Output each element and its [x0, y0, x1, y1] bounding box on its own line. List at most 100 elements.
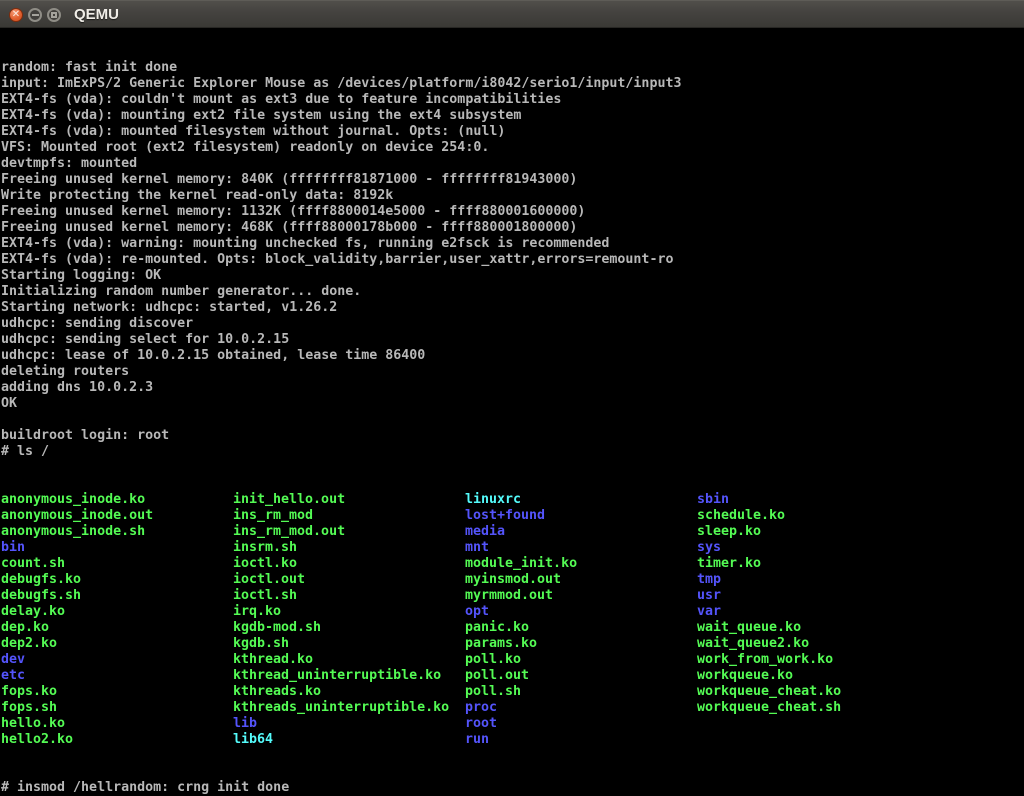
ls-row: dep.kokgdb-mod.shpanic.kowait_queue.ko	[1, 620, 1024, 636]
ls-entry: media	[465, 524, 505, 540]
ls-entry: schedule.ko	[697, 508, 785, 524]
titlebar: ✕ QEMU	[0, 0, 1024, 28]
ls-entry: kthread.ko	[233, 652, 313, 668]
ls-entry: opt	[465, 604, 489, 620]
ls-row: hello2.kolib64run	[1, 732, 1024, 748]
terminal-line: Starting logging: OK	[1, 268, 1024, 284]
ls-entry: dev	[1, 652, 25, 668]
ls-entry: poll.out	[465, 668, 529, 684]
ls-row: debugfs.shioctl.shmyrmmod.outusr	[1, 588, 1024, 604]
terminal-line: adding dns 10.0.2.3	[1, 380, 1024, 396]
ls-entry: count.sh	[1, 556, 65, 572]
ls-entry: debugfs.sh	[1, 588, 81, 604]
ls-row: anonymous_inode.sh ins_rm_mod.out media sle…	[1, 524, 1024, 540]
ls-row: dep2.kokgdb.shparams.kowait_queue2.ko	[1, 636, 1024, 652]
terminal-line: EXT4-fs (vda): couldn't mount as ext3 du…	[1, 92, 1024, 108]
boot-log: random: fast init doneinput: ImExPS/2 Ge…	[1, 60, 1024, 460]
ls-entry: linuxrc	[465, 492, 521, 508]
ls-entry: usr	[697, 588, 721, 604]
ls-row: devkthread.kopoll.kowork_from_work.ko	[1, 652, 1024, 668]
ls-row: fops.ko kthreads.ko poll.sh workqueue_cheat…	[1, 684, 1024, 700]
terminal-line: Freeing unused kernel memory: 468K (ffff…	[1, 220, 1024, 236]
ls-entry: kthread_uninterruptible.ko	[233, 668, 441, 684]
window-title: QEMU	[74, 1, 119, 29]
ls-entry: params.ko	[465, 636, 537, 652]
ls-entry: workqueue_cheat.ko	[697, 684, 841, 700]
ls-entry: insrm.sh	[233, 540, 297, 556]
terminal-line: buildroot login: root	[1, 428, 1024, 444]
ls-entry: kthreads.ko	[233, 684, 321, 700]
qemu-window: ✕ QEMU random: fast init doneinput: ImEx…	[0, 0, 1024, 796]
ls-row: anonymous_inode.ko init_hello.out linuxrc s…	[1, 492, 1024, 508]
terminal-line: Write protecting the kernel read-only da…	[1, 188, 1024, 204]
ls-row: debugfs.koioctl.outmyinsmod.outtmp	[1, 572, 1024, 588]
ls-entry: wait_queue.ko	[697, 620, 801, 636]
terminal-line: # insmod /hellrandom: crng init done	[1, 780, 1024, 796]
ls-entry: lost+found	[465, 508, 545, 524]
ls-entry: workqueue.ko	[697, 668, 793, 684]
ls-entry: debugfs.ko	[1, 572, 81, 588]
terminal-line: udhcpc: sending select for 10.0.2.15	[1, 332, 1024, 348]
minimize-button[interactable]	[28, 8, 42, 22]
terminal-line: devtmpfs: mounted	[1, 156, 1024, 172]
ls-entry: fops.ko	[1, 684, 57, 700]
ls-entry: etc	[1, 668, 25, 684]
ls-entry: init_hello.out	[233, 492, 345, 508]
terminal-line: VFS: Mounted root (ext2 filesystem) read…	[1, 140, 1024, 156]
ls-entry: hello.ko	[1, 716, 65, 732]
terminal-line: EXT4-fs (vda): mounted filesystem withou…	[1, 124, 1024, 140]
ls-entry: var	[697, 604, 721, 620]
ls-entry: module_init.ko	[465, 556, 577, 572]
ls-entry: poll.sh	[465, 684, 521, 700]
ls-row: count.sh ioctl.ko module_init.ko timer.ko	[1, 556, 1024, 572]
terminal-line: EXT4-fs (vda): re-mounted. Opts: block_v…	[1, 252, 1024, 268]
terminal-line: Freeing unused kernel memory: 1132K (fff…	[1, 204, 1024, 220]
terminal-line: Freeing unused kernel memory: 840K (ffff…	[1, 172, 1024, 188]
ls-entry: workqueue_cheat.sh	[697, 700, 841, 716]
terminal-line: deleting routers	[1, 364, 1024, 380]
ls-entry: ins_rm_mod.out	[233, 524, 345, 540]
ls-entry: panic.ko	[465, 620, 529, 636]
terminal-line	[1, 412, 1024, 428]
ls-row: anonymous_inode.outins_rm_modlost+founds…	[1, 508, 1024, 524]
terminal-line: EXT4-fs (vda): mounting ext2 file system…	[1, 108, 1024, 124]
ls-entry: kgdb.sh	[233, 636, 289, 652]
ls-entry: anonymous_inode.sh	[1, 524, 145, 540]
maximize-icon	[51, 12, 57, 18]
ls-entry: root	[465, 716, 497, 732]
ls-entry: fops.sh	[1, 700, 57, 716]
ls-entry: ins_rm_mod	[233, 508, 313, 524]
ls-entry: sys	[697, 540, 721, 556]
ls-entry: wait_queue2.ko	[697, 636, 809, 652]
terminal-line: udhcpc: sending discover	[1, 316, 1024, 332]
ls-entry: myrmmod.out	[465, 588, 553, 604]
terminal-screen[interactable]: random: fast init doneinput: ImExPS/2 Ge…	[0, 28, 1024, 796]
ls-entry: delay.ko	[1, 604, 65, 620]
ls-row: fops.sh kthreads_uninterruptible.ko proc wo…	[1, 700, 1024, 716]
ls-entry: run	[465, 732, 489, 748]
ls-row: bininsrm.shmntsys	[1, 540, 1024, 556]
ls-entry: sbin	[697, 492, 729, 508]
terminal-line: EXT4-fs (vda): warning: mounting uncheck…	[1, 236, 1024, 252]
ls-entry: proc	[465, 700, 497, 716]
ls-entry: sleep.ko	[697, 524, 761, 540]
close-button[interactable]: ✕	[9, 8, 23, 22]
terminal-line: Initializing random number generator... …	[1, 284, 1024, 300]
terminal-line: OK	[1, 396, 1024, 412]
ls-entry: ioctl.ko	[233, 556, 297, 572]
terminal-line: random: fast init done	[1, 60, 1024, 76]
ls-entry: work_from_work.ko	[697, 652, 833, 668]
shell-tail: # insmod /hellrandom: crng init done# in…	[1, 780, 1024, 796]
ls-entry: hello2.ko	[1, 732, 73, 748]
ls-entry: timer.ko	[697, 556, 761, 572]
ls-row: etc kthread_uninterruptible.ko poll.out wor…	[1, 668, 1024, 684]
close-icon: ✕	[12, 10, 20, 20]
ls-entry: tmp	[697, 572, 721, 588]
ls-output: anonymous_inode.ko init_hello.out linuxrc s…	[1, 492, 1024, 748]
ls-entry: kthreads_uninterruptible.ko	[233, 700, 449, 716]
ls-entry: myinsmod.out	[465, 572, 561, 588]
ls-entry: anonymous_inode.ko	[1, 492, 145, 508]
ls-row: delay.koirq.kooptvar	[1, 604, 1024, 620]
maximize-button[interactable]	[47, 8, 61, 22]
ls-entry: dep.ko	[1, 620, 49, 636]
